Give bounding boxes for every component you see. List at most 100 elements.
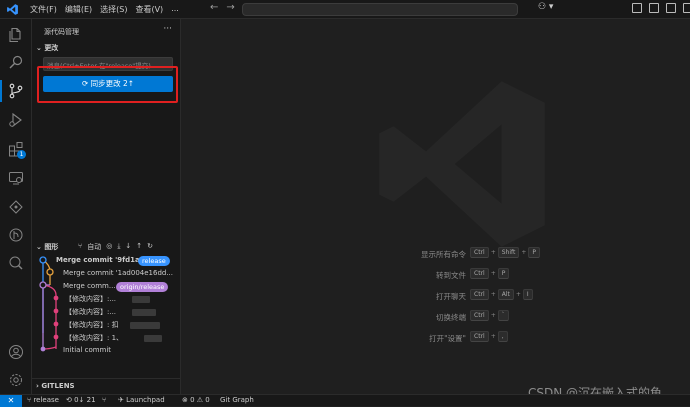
toggle-panel-icon[interactable] bbox=[649, 3, 659, 13]
shortcut-go-to-file[interactable]: 转到文件 Ctrl + P bbox=[412, 268, 612, 289]
gitlens-icon[interactable] bbox=[8, 227, 24, 243]
run-debug-icon[interactable] bbox=[8, 112, 24, 128]
changes-section-header[interactable]: ⌄ 更改 bbox=[36, 43, 58, 53]
commit-message: Merge comm... bbox=[63, 282, 116, 290]
sidebar-title: 源代码管理 bbox=[44, 28, 79, 36]
shortcut-keys: Ctrl + , bbox=[470, 331, 508, 342]
toggle-primary-sidebar-icon[interactable] bbox=[632, 3, 642, 13]
explorer-icon[interactable] bbox=[8, 27, 24, 43]
key-cap: ` bbox=[497, 310, 509, 321]
redacted-text bbox=[144, 335, 162, 342]
redacted-text bbox=[132, 309, 156, 316]
fetch-icon[interactable]: ⤓ bbox=[117, 242, 120, 252]
commit-message: Initial commit bbox=[63, 346, 112, 354]
commit-row[interactable]: Merge commit '9fd1a... release bbox=[32, 255, 181, 268]
chevron-down-icon: ⌄ bbox=[36, 243, 42, 251]
menu-bar: 文件(F) 编辑(E) 选择(S) 查看(V) ... bbox=[30, 4, 179, 15]
key-cap: I bbox=[522, 289, 533, 300]
menu-file[interactable]: 文件(F) bbox=[30, 4, 57, 15]
redacted-text bbox=[130, 322, 160, 329]
graph-toolbar: ⑂ 自动 ◎ ⤓ ↓ ↑ ↻ bbox=[78, 242, 153, 252]
activity-bar: 1 bbox=[0, 19, 32, 394]
key-cap: Ctrl bbox=[470, 268, 489, 279]
branch-badge-origin-release: origin/release bbox=[116, 282, 169, 292]
commit-message: Merge commit '9fd1a... bbox=[56, 256, 148, 264]
gitlens-section-header[interactable]: › GITLENS bbox=[36, 382, 75, 390]
commit-row[interactable]: 【修改内容】:... bbox=[32, 293, 181, 306]
remote-explorer-icon[interactable] bbox=[8, 170, 24, 186]
menu-selection[interactable]: 选择(S) bbox=[100, 4, 127, 15]
changes-header-label: 更改 bbox=[44, 44, 59, 52]
command-center-search[interactable] bbox=[242, 3, 518, 16]
shortcut-show-all-commands[interactable]: 显示所有命令 Ctrl + Shift + P bbox=[412, 247, 612, 268]
shortcut-open-settings[interactable]: 打开"设置" Ctrl + , bbox=[412, 331, 612, 352]
graph-header-label: 图形 bbox=[44, 243, 59, 251]
copilot-icon[interactable]: ⚇ ▾ bbox=[538, 2, 553, 12]
settings-gear-icon[interactable] bbox=[8, 372, 24, 388]
source-control-sidebar: 源代码管理 ··· ⌄ 更改 消息(Ctrl+Enter 在"release"提… bbox=[32, 19, 181, 394]
commit-message: Merge commit '1ad004e16dd... bbox=[63, 269, 174, 277]
navigation-arrows: ← → bbox=[210, 2, 235, 13]
account-icon[interactable] bbox=[8, 344, 24, 360]
menu-edit[interactable]: 编辑(E) bbox=[65, 4, 92, 15]
shortcut-keys: Ctrl + Alt + I bbox=[470, 289, 533, 300]
branch-status[interactable]: ⑂ release bbox=[27, 396, 59, 404]
key-cap: P bbox=[497, 268, 510, 279]
sync-status[interactable]: ⟲ 0↓ 21 bbox=[66, 396, 96, 404]
git-graph-icon[interactable] bbox=[8, 199, 24, 215]
commit-row[interactable]: 【修改内容】: 扣 bbox=[32, 319, 181, 332]
forward-arrow-icon[interactable]: → bbox=[226, 2, 234, 13]
chevron-right-icon: › bbox=[36, 382, 39, 390]
key-cap: Ctrl bbox=[470, 247, 489, 258]
back-arrow-icon[interactable]: ← bbox=[210, 2, 218, 13]
branch-badge-release: release bbox=[138, 256, 170, 266]
branch-filter-icon[interactable]: ⑂ bbox=[78, 242, 82, 252]
extensions-icon[interactable]: 1 bbox=[8, 141, 26, 159]
launchpad-status[interactable]: ✈ Launchpad bbox=[118, 396, 165, 404]
target-icon[interactable]: ◎ bbox=[106, 242, 112, 252]
branch-name: release bbox=[33, 396, 59, 404]
problems-status[interactable]: ⊗ 0 ⚠ 0 bbox=[182, 396, 210, 404]
shortcut-keys: Ctrl + P bbox=[470, 268, 510, 279]
source-control-icon[interactable] bbox=[0, 80, 24, 102]
commit-row[interactable]: Merge commit '1ad004e16dd... bbox=[32, 268, 181, 281]
key-cap: Ctrl bbox=[470, 289, 489, 300]
shortcut-keys: Ctrl + ` bbox=[470, 310, 509, 321]
git-graph-status[interactable]: Git Graph bbox=[220, 396, 254, 404]
shortcut-open-chat[interactable]: 打开聊天 Ctrl + Alt + I bbox=[412, 289, 612, 310]
menu-more[interactable]: ... bbox=[171, 4, 179, 15]
editor-area: 显示所有命令 Ctrl + Shift + P 转到文件 Ctrl + P 打开聊天 … bbox=[182, 19, 690, 394]
launchpad-icon: ✈ bbox=[118, 396, 124, 404]
customize-layout-icon[interactable] bbox=[683, 3, 690, 13]
shortcut-label: 转到文件 bbox=[436, 271, 466, 280]
graph-section-header[interactable]: ⌄ 图形 bbox=[36, 242, 58, 252]
shortcut-keys: Ctrl + Shift + P bbox=[470, 247, 541, 258]
gitlens-status-icon[interactable]: ⑂ bbox=[102, 396, 106, 404]
title-bar: 文件(F) 编辑(E) 选择(S) 查看(V) ... ← → ⚇ ▾ bbox=[0, 0, 690, 19]
push-icon[interactable]: ↑ bbox=[136, 242, 142, 252]
shortcut-label: 打开"设置" bbox=[429, 334, 466, 343]
commit-row[interactable]: 【修改内容】:... bbox=[32, 306, 181, 319]
graph-auto-label[interactable]: 自动 bbox=[87, 242, 101, 252]
remote-indicator-icon[interactable]: ✕ bbox=[0, 395, 22, 407]
divider bbox=[32, 378, 181, 379]
shortcut-label: 显示所有命令 bbox=[421, 250, 466, 259]
chevron-down-icon: ⌄ bbox=[36, 44, 42, 52]
commit-message: 【修改内容】:... bbox=[65, 308, 117, 316]
gitlens-header-label: GITLENS bbox=[41, 382, 75, 390]
more-actions-icon[interactable]: ··· bbox=[163, 24, 172, 34]
gitlens-inspect-icon[interactable] bbox=[8, 255, 24, 271]
status-bar: ✕ ⑂ release ⟲ 0↓ 21 ⑂ ✈ Launchpad ⊗ 0 ⚠ … bbox=[0, 394, 690, 407]
pull-icon[interactable]: ↓ bbox=[125, 242, 131, 252]
commit-message: 【修改内容】: 扣 bbox=[65, 321, 119, 329]
search-icon[interactable] bbox=[8, 54, 24, 70]
vscode-logo-icon bbox=[7, 4, 18, 15]
vscode-watermark-logo-icon bbox=[379, 81, 545, 247]
shortcut-toggle-terminal[interactable]: 切换终端 Ctrl + ` bbox=[412, 310, 612, 331]
extensions-badge: 1 bbox=[17, 150, 26, 159]
toggle-secondary-sidebar-icon[interactable] bbox=[666, 3, 676, 13]
refresh-icon[interactable]: ↻ bbox=[147, 242, 153, 252]
commit-row[interactable]: 【修改内容】: 1、 bbox=[32, 332, 181, 345]
menu-view[interactable]: 查看(V) bbox=[135, 4, 163, 15]
commit-row[interactable]: Initial commit bbox=[32, 345, 181, 358]
